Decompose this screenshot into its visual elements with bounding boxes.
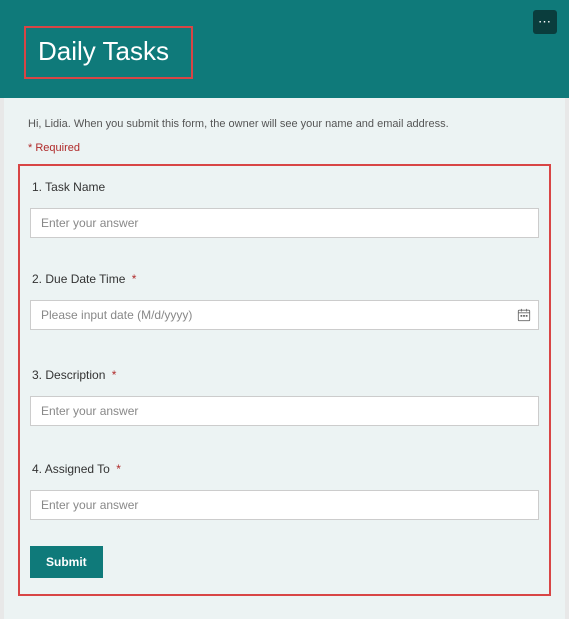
form-title-highlight: Daily Tasks (24, 26, 193, 79)
description-input[interactable] (30, 396, 539, 426)
question-task-name: 1. Task Name (30, 180, 539, 238)
required-star: * (112, 368, 117, 382)
required-note: * Required (28, 142, 551, 154)
required-star: * (132, 272, 137, 286)
greeting-text: Hi, Lidia. When you submit this form, th… (28, 118, 551, 130)
more-icon: ⋯ (538, 14, 552, 30)
question-label: 3. Description * (32, 368, 539, 382)
questions-highlight: 1. Task Name 2. Due Date Time * (18, 164, 551, 596)
question-label: 1. Task Name (32, 180, 539, 194)
form-title: Daily Tasks (38, 36, 169, 67)
task-name-input[interactable] (30, 208, 539, 238)
question-label: 4. Assigned To * (32, 462, 539, 476)
question-assigned-to: 4. Assigned To * (30, 462, 539, 520)
assigned-to-input[interactable] (30, 490, 539, 520)
more-options-button[interactable]: ⋯ (533, 10, 557, 34)
required-star: * (116, 462, 121, 476)
submit-button[interactable]: Submit (30, 546, 103, 578)
form-header: ⋯ Daily Tasks (0, 0, 569, 98)
question-description: 3. Description * (30, 368, 539, 426)
due-date-input[interactable] (30, 300, 539, 330)
form-body: Hi, Lidia. When you submit this form, th… (4, 98, 565, 619)
question-label: 2. Due Date Time * (32, 272, 539, 286)
question-due-date: 2. Due Date Time * (30, 272, 539, 330)
